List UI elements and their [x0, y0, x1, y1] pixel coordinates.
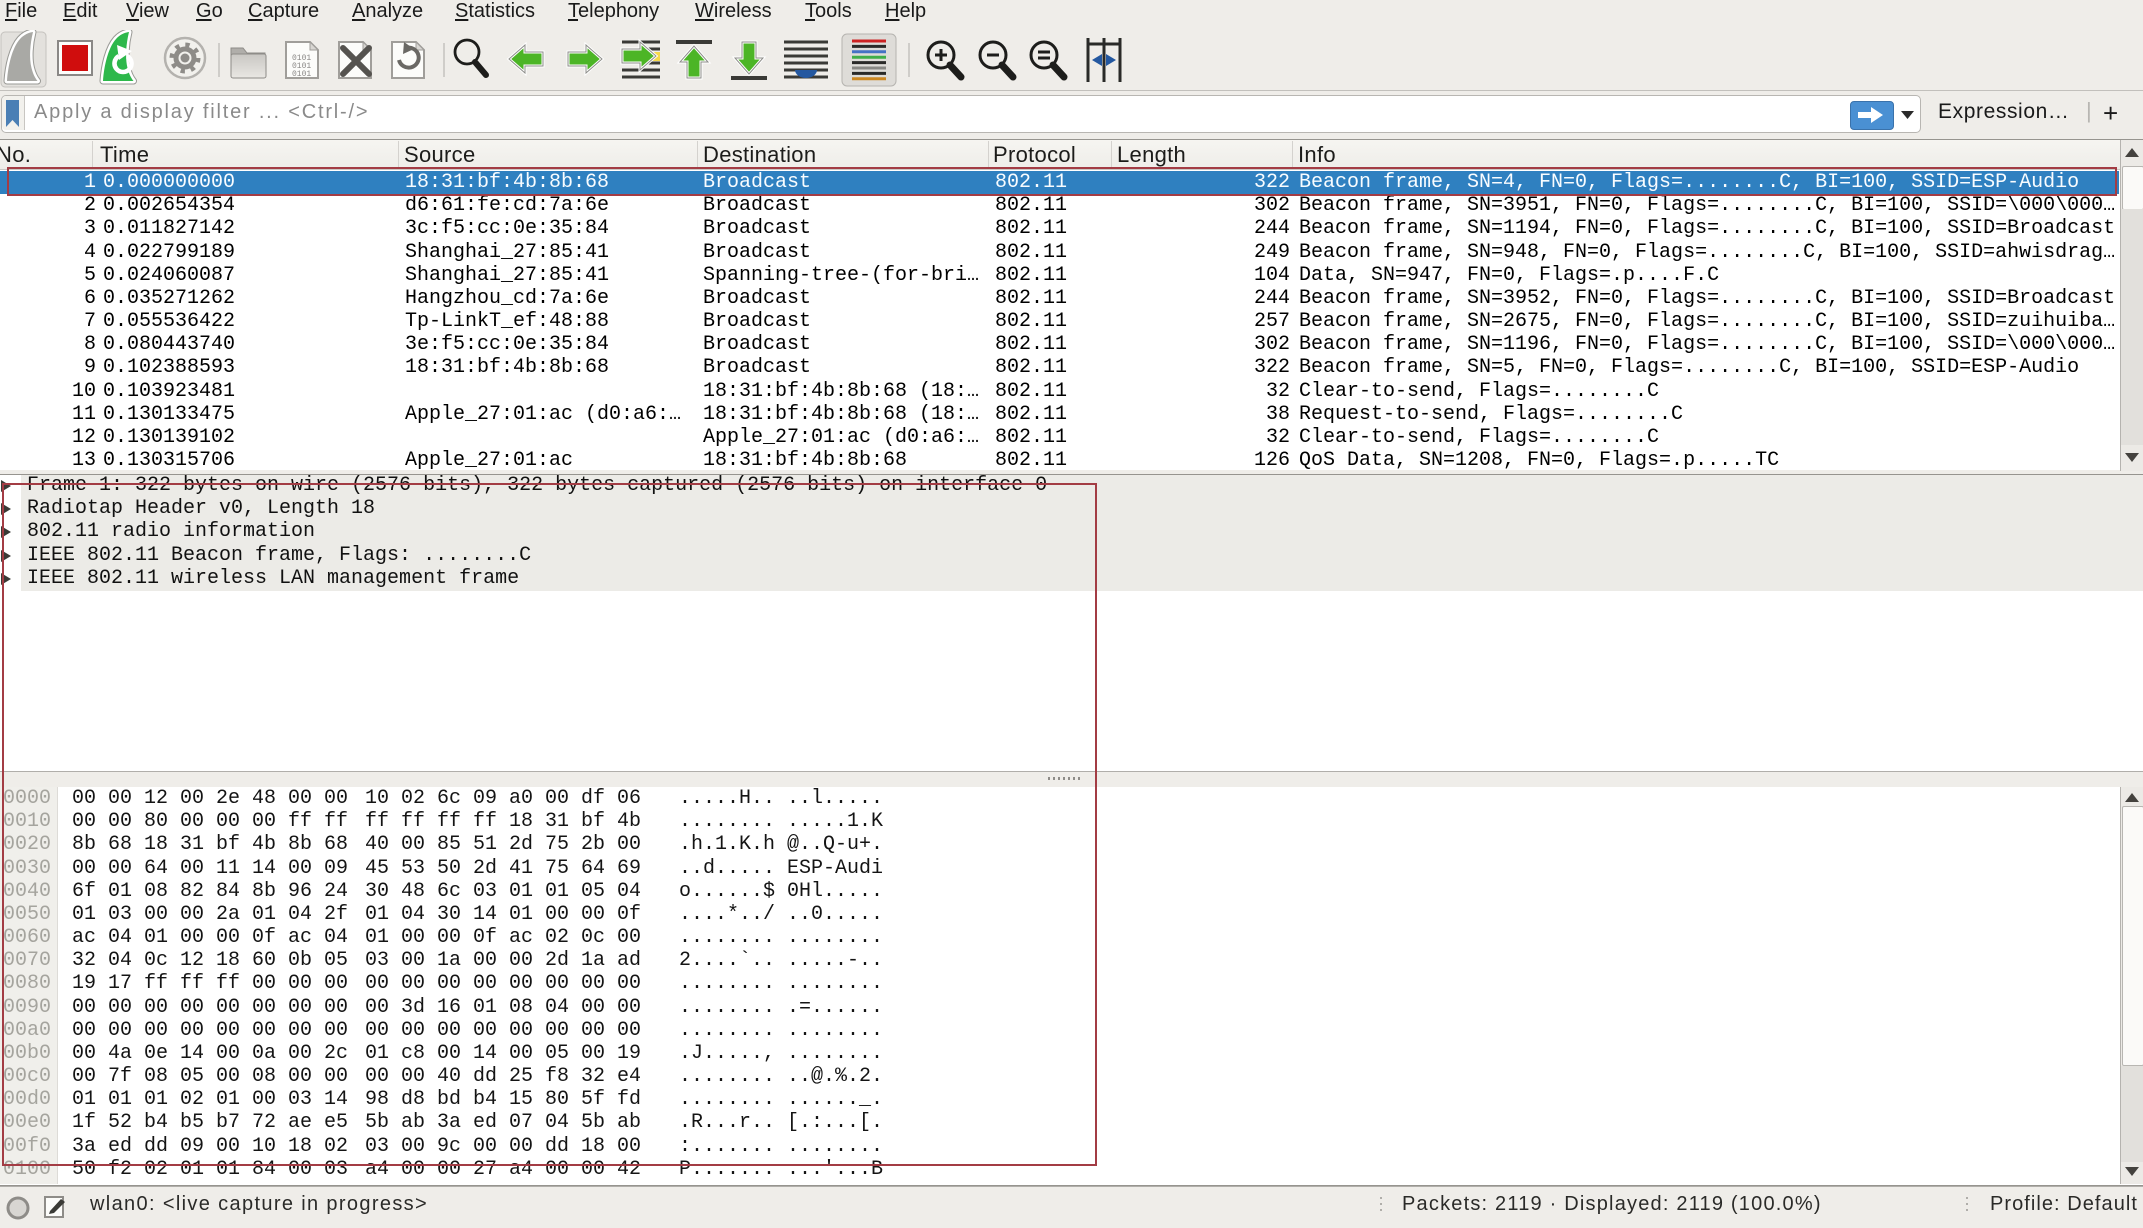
- svg-text:0101: 0101: [292, 70, 311, 79]
